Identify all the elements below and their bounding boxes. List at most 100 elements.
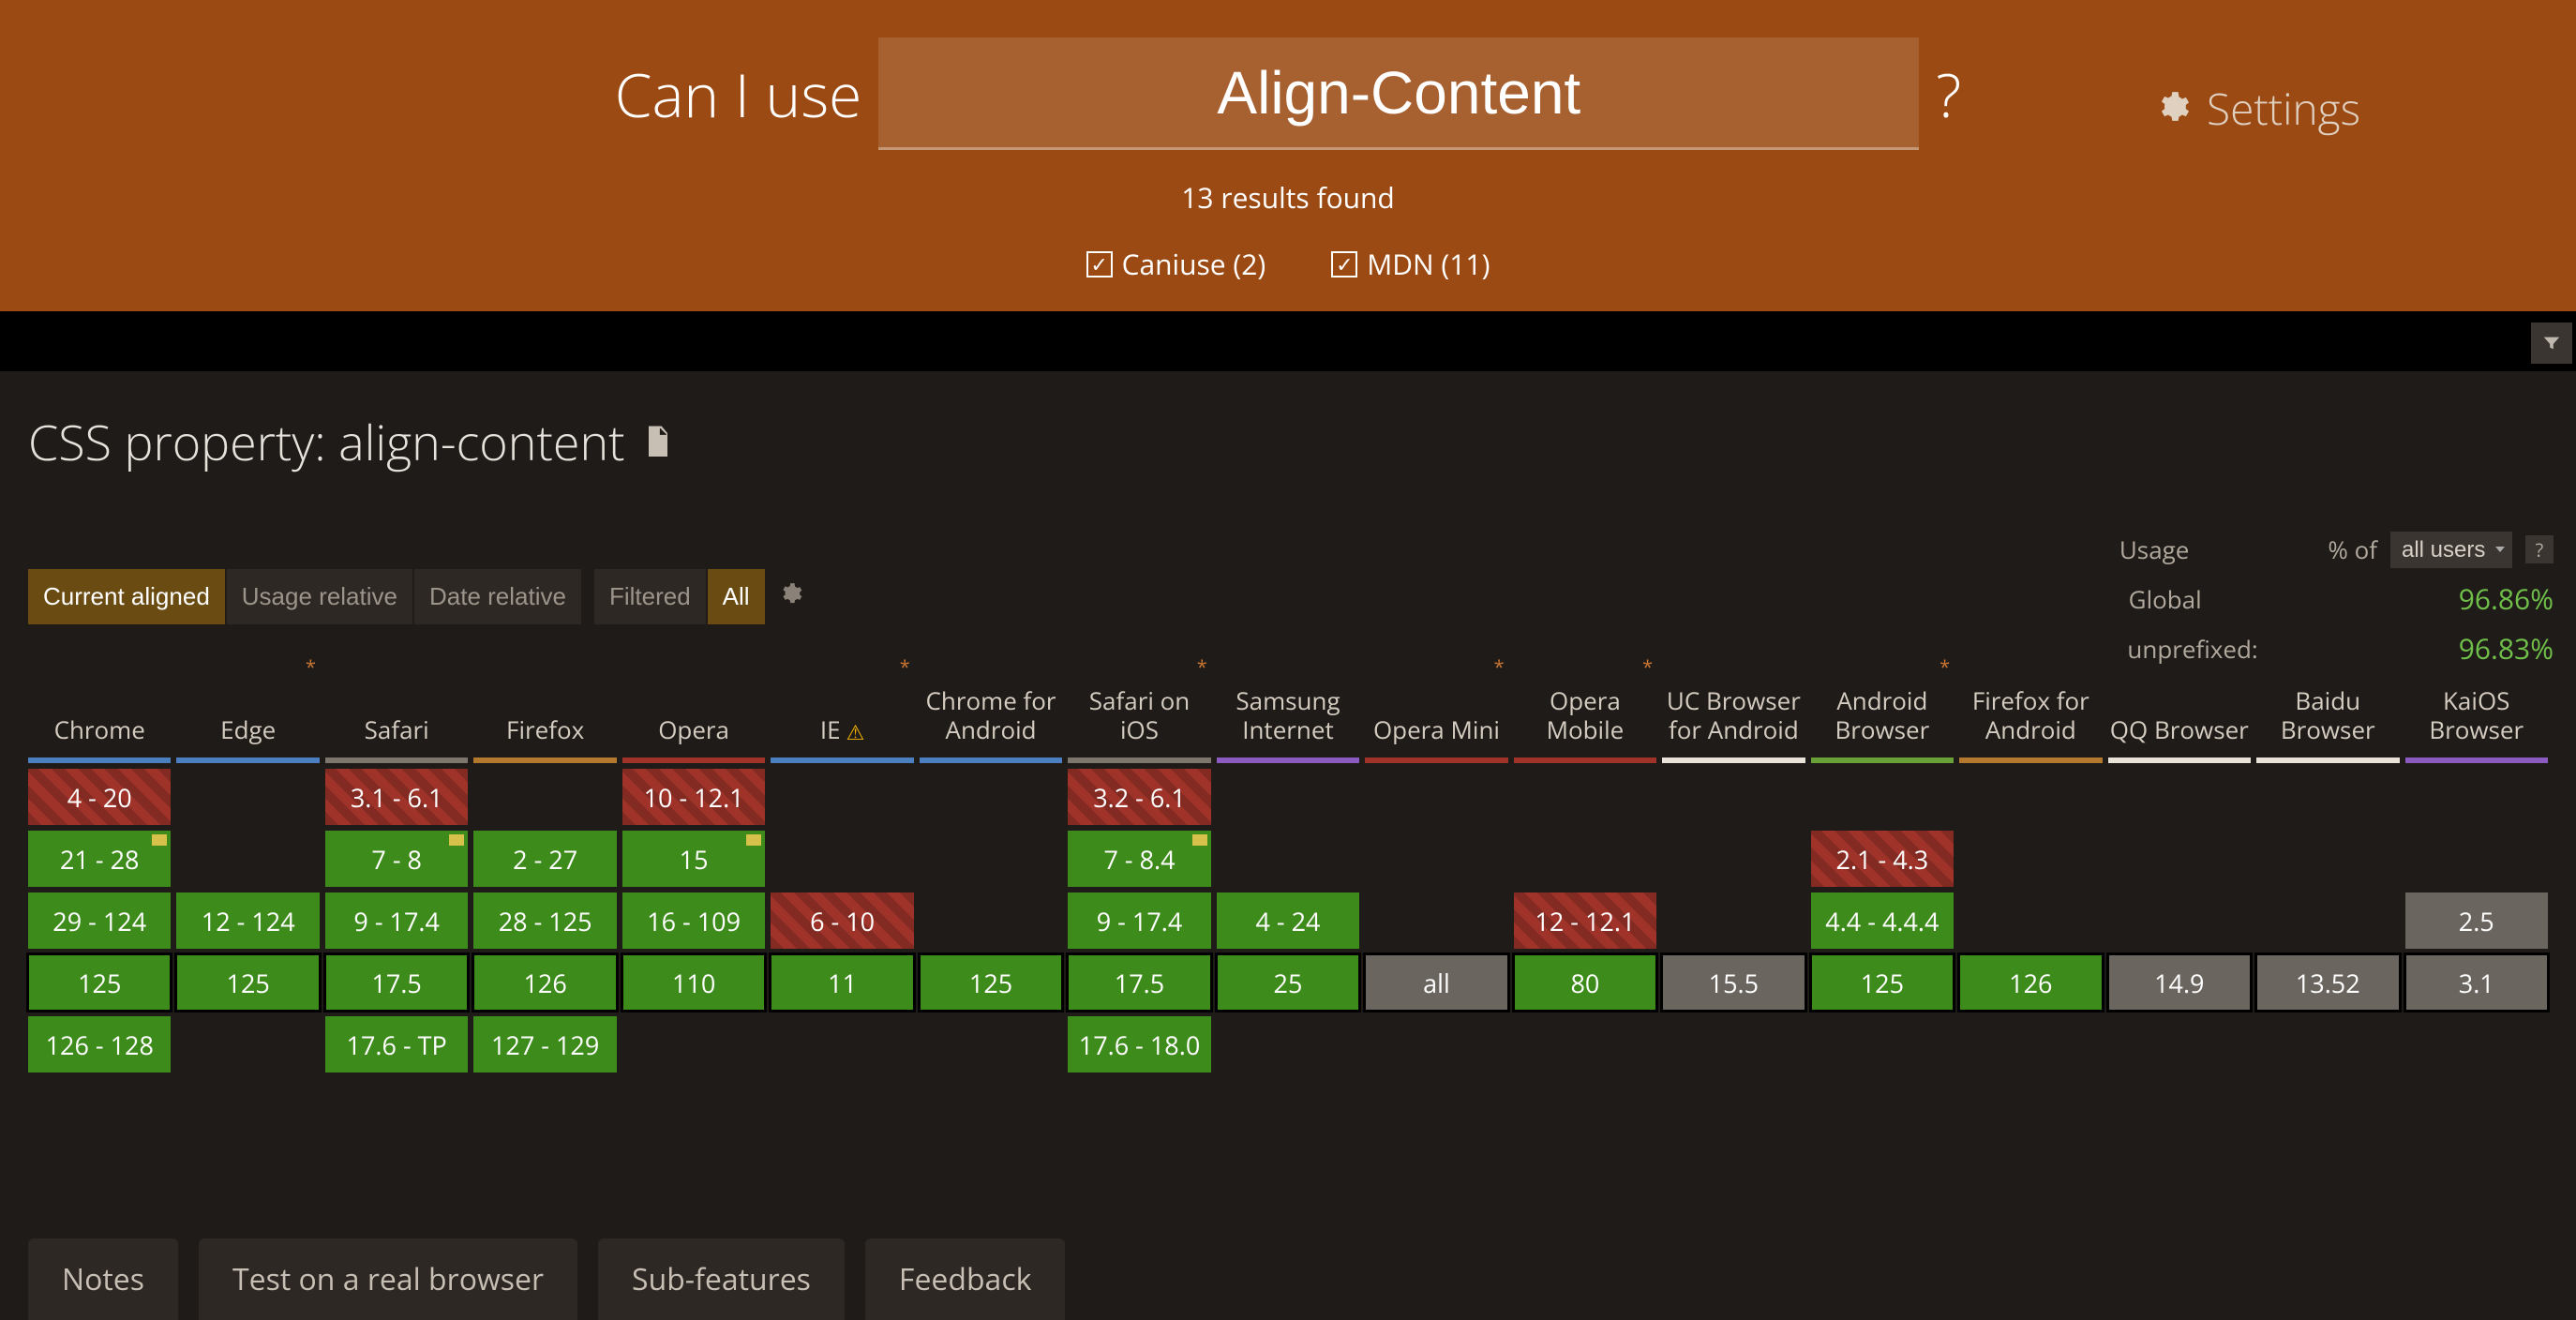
version-cell[interactable]: 9 - 17.4	[1068, 892, 1210, 949]
version-cell[interactable]: 17.5	[1068, 954, 1210, 1011]
browser-name: Opera	[622, 651, 765, 754]
note-star-icon: *	[900, 654, 910, 680]
version-cell[interactable]: 29 - 124	[28, 892, 171, 949]
version-cell[interactable]: 9 - 17.4	[325, 892, 468, 949]
browser-underline	[176, 758, 319, 763]
version-cell[interactable]: 7 - 8.4	[1068, 831, 1210, 887]
browser-column[interactable]: Safari	[325, 651, 468, 763]
version-cell[interactable]: 11	[771, 954, 913, 1011]
feedback-tab[interactable]: Feedback	[865, 1238, 1066, 1320]
filter-button[interactable]	[2531, 322, 2572, 364]
version-cell[interactable]: 2.1 - 4.3	[1811, 831, 1954, 887]
test-tab[interactable]: Test on a real browser	[199, 1238, 577, 1320]
version-cell[interactable]: 7 - 8	[325, 831, 468, 887]
browser-column[interactable]: Opera Mobile*	[1514, 651, 1656, 763]
browser-column[interactable]: Firefox for Android	[1959, 651, 2102, 763]
source-filters: ✓ Caniuse (2) ✓ MDN (11)	[0, 245, 2576, 283]
version-cell[interactable]: 10 - 12.1	[622, 769, 765, 825]
version-cell[interactable]: 16 - 109	[622, 892, 765, 949]
usage-help[interactable]: ?	[2525, 535, 2554, 563]
browser-column[interactable]: Opera Mini*	[1365, 651, 1507, 763]
browser-column[interactable]: Opera	[622, 651, 765, 763]
version-cell[interactable]: 4 - 20	[28, 769, 171, 825]
version-cell[interactable]: 3.2 - 6.1	[1068, 769, 1210, 825]
browser-name: Firefox for Android	[1959, 651, 2102, 754]
version-cell	[1365, 831, 1507, 887]
note-star-icon: *	[1642, 654, 1653, 680]
date-relative-button[interactable]: Date relative	[414, 569, 581, 624]
version-cell[interactable]: 2.5	[2405, 892, 2548, 949]
version-cell[interactable]: 110	[622, 954, 765, 1011]
version-cell[interactable]: 15.5	[1662, 954, 1805, 1011]
version-cell[interactable]: 125	[920, 954, 1062, 1011]
document-icon[interactable]	[644, 426, 672, 459]
warning-icon: ⚠	[846, 720, 865, 744]
current-aligned-button[interactable]: Current aligned	[28, 569, 225, 624]
browser-header-row: ChromeEdge*SafariFirefoxOperaIE⚠*Chrome …	[28, 651, 2548, 763]
version-cell[interactable]: 126 - 128	[28, 1016, 171, 1072]
version-cell[interactable]: 12 - 124	[176, 892, 319, 949]
version-cell[interactable]: 15	[622, 831, 765, 887]
settings-link[interactable]: Settings	[2154, 80, 2360, 138]
browser-column[interactable]: Chrome	[28, 651, 171, 763]
version-cell	[2108, 831, 2251, 887]
version-cell[interactable]: 17.6 - 18.0	[1068, 1016, 1210, 1072]
version-cell[interactable]: 14.9	[2108, 954, 2251, 1011]
version-cell[interactable]: 6 - 10	[771, 892, 913, 949]
version-cell[interactable]: 12 - 12.1	[1514, 892, 1656, 949]
version-cell[interactable]: 125	[1811, 954, 1954, 1011]
version-cell[interactable]: 2 - 27	[473, 831, 616, 887]
mdn-checkbox[interactable]: ✓ MDN (11)	[1331, 245, 1490, 283]
version-cell[interactable]: all	[1365, 954, 1507, 1011]
browser-column[interactable]: Baidu Browser	[2256, 651, 2399, 763]
subfeatures-tab[interactable]: Sub-features	[598, 1238, 845, 1320]
browser-column[interactable]: IE⚠*	[771, 651, 913, 763]
version-cell[interactable]: 80	[1514, 954, 1656, 1011]
version-cell	[2108, 892, 2251, 949]
caniuse-checkbox[interactable]: ✓ Caniuse (2)	[1086, 245, 1266, 283]
version-cell[interactable]: 3.1 - 6.1	[325, 769, 468, 825]
browser-column[interactable]: Android Browser*	[1811, 651, 1954, 763]
browser-name: IE⚠	[771, 651, 913, 754]
version-row: 12512517.51261101112517.525all8015.51251…	[28, 954, 2548, 1011]
checkbox-icon: ✓	[1331, 251, 1357, 278]
browser-name: UC Browser for Android	[1662, 651, 1805, 754]
version-cell[interactable]: 21 - 28	[28, 831, 171, 887]
version-cell[interactable]: 4.4 - 4.4.4	[1811, 892, 1954, 949]
view-settings-button[interactable]	[778, 581, 802, 613]
version-cell[interactable]: 28 - 125	[473, 892, 616, 949]
browser-column[interactable]: Firefox	[473, 651, 616, 763]
browser-column[interactable]: Edge*	[176, 651, 319, 763]
version-cell	[2256, 892, 2399, 949]
version-cell	[622, 1016, 765, 1072]
version-cell	[176, 831, 319, 887]
browser-column[interactable]: KaiOS Browser	[2405, 651, 2548, 763]
browser-column[interactable]: UC Browser for Android	[1662, 651, 1805, 763]
version-cell[interactable]: 125	[28, 954, 171, 1011]
version-cell	[1217, 769, 1359, 825]
version-cell[interactable]: 17.6 - TP	[325, 1016, 468, 1072]
version-cell[interactable]: 17.5	[325, 954, 468, 1011]
version-cell[interactable]: 4 - 24	[1217, 892, 1359, 949]
filtered-button[interactable]: Filtered	[594, 569, 706, 624]
version-cell[interactable]: 25	[1217, 954, 1359, 1011]
version-cell[interactable]: 13.52	[2256, 954, 2399, 1011]
search-input[interactable]	[878, 38, 1919, 150]
brand-label: Can I use	[615, 53, 862, 135]
browser-column[interactable]: Safari on iOS*	[1068, 651, 1210, 763]
usage-scope-select[interactable]: all users	[2390, 532, 2512, 568]
browser-column[interactable]: QQ Browser	[2108, 651, 2251, 763]
browser-column[interactable]: Chrome for Android	[920, 651, 1062, 763]
version-cell	[2108, 1016, 2251, 1072]
notes-tab[interactable]: Notes	[28, 1238, 178, 1320]
version-cell[interactable]: 3.1	[2405, 954, 2548, 1011]
usage-relative-button[interactable]: Usage relative	[227, 569, 412, 624]
all-button[interactable]: All	[708, 569, 765, 624]
browser-name: KaiOS Browser	[2405, 651, 2548, 754]
version-cell[interactable]: 126	[1959, 954, 2102, 1011]
version-cell[interactable]: 127 - 129	[473, 1016, 616, 1072]
version-cell[interactable]: 125	[176, 954, 319, 1011]
version-cell	[920, 892, 1062, 949]
version-cell[interactable]: 126	[473, 954, 616, 1011]
browser-column[interactable]: Samsung Internet	[1217, 651, 1359, 763]
